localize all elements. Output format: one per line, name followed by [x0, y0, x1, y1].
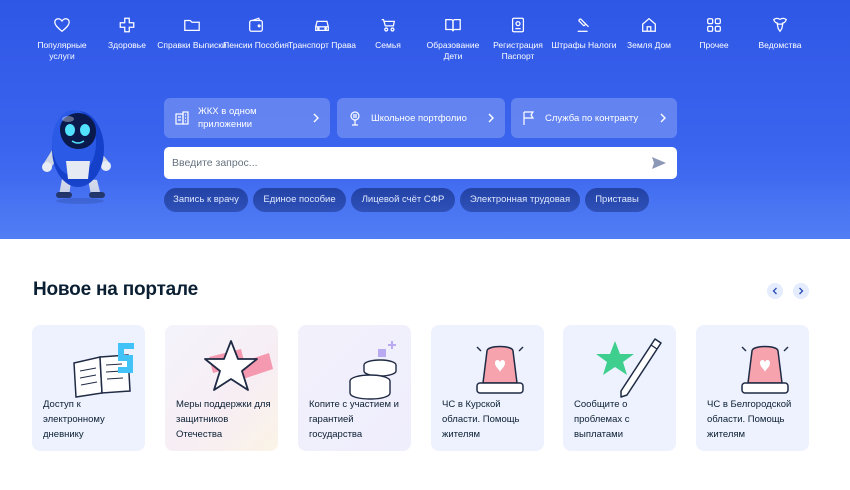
emblem-icon: [772, 17, 788, 33]
category-label: Здоровье: [108, 40, 146, 50]
category-label: Ведомства: [758, 40, 802, 50]
medical-cross-icon: [119, 17, 135, 33]
quick-link-school-portfolio[interactable]: Школьное портфолио: [337, 98, 505, 138]
chevron-left-icon: [772, 287, 777, 295]
tag-doctor-appointment[interactable]: Запись к врачу: [164, 188, 248, 212]
category-label: Справки Выписки: [157, 40, 227, 50]
flag-icon: [523, 111, 535, 125]
news-card-text: ЧС в Курской области. Помощь жителям: [442, 399, 520, 440]
folder-icon: [184, 19, 200, 32]
category-label: Регистрация Паспорт: [493, 40, 543, 61]
category-label: Популярные услуги: [37, 40, 87, 61]
building-icon: [175, 111, 189, 125]
news-card-kursk-emergency[interactable]: ЧС в Курской области. Помощь жителям: [431, 325, 544, 451]
category-label: Прочее: [699, 40, 729, 50]
news-card-text: Копите с участием и гарантией государств…: [309, 399, 399, 440]
news-card-savings[interactable]: Копите с участием и гарантией государств…: [298, 325, 411, 451]
chevron-right-icon: [660, 113, 666, 123]
passport-icon: [511, 17, 525, 33]
category-label: Транспорт Права: [288, 40, 356, 50]
stroller-icon: [381, 18, 396, 32]
category-label: Штрафы Налоги: [551, 40, 617, 50]
microphone-icon: [350, 111, 360, 126]
star-icon: [204, 340, 273, 391]
tag-unified-benefit[interactable]: Единое пособие: [253, 188, 346, 212]
news-card-payments-problems[interactable]: Сообщите о проблемах с выплатами: [563, 325, 676, 451]
category-education[interactable]: Образование Дети: [418, 16, 488, 62]
category-popular[interactable]: Популярные услуги: [27, 16, 97, 62]
news-card-text: Доступ к электронному дневнику: [43, 399, 105, 440]
category-label: Земля Дом: [626, 40, 672, 50]
tag-bailiffs[interactable]: Приставы: [585, 188, 649, 212]
quick-link-contract-service[interactable]: Служба по контракту: [511, 98, 677, 138]
alarm-light-icon: [741, 345, 789, 394]
category-transport[interactable]: Транспорт Права: [287, 16, 357, 51]
category-health[interactable]: Здоровье: [92, 16, 162, 51]
pen-icon: [596, 338, 662, 398]
category-label: Образование Дети: [426, 40, 480, 61]
alarm-light-icon: [476, 345, 524, 394]
send-icon[interactable]: [651, 155, 667, 171]
quick-link-label: ЖКХ в одном приложении: [198, 106, 257, 130]
category-pensions[interactable]: Пенсии Пособия: [221, 16, 291, 51]
gavel-icon: [577, 18, 589, 32]
news-card-text: Сообщите о проблемах с выплатами: [574, 399, 630, 440]
tag-electronic-workbook[interactable]: Электронная трудовая: [460, 188, 580, 212]
section-title: Новое на портале: [33, 279, 199, 300]
robot-mascot: [42, 110, 111, 204]
quick-link-label: Школьное портфолио: [371, 112, 467, 124]
quick-link-label: Служба по контракту: [545, 112, 639, 124]
category-documents[interactable]: Справки Выписки: [157, 16, 227, 51]
category-label: Пенсии Пособия: [223, 40, 289, 50]
wallet-icon: [249, 17, 263, 32]
house-icon: [642, 17, 656, 32]
chevron-right-icon: [799, 287, 804, 295]
book-icon: [445, 18, 461, 32]
news-card-belgorod-emergency[interactable]: ЧС в Белгородской области. Помощь жителя…: [696, 325, 809, 451]
category-other[interactable]: Прочее: [679, 16, 749, 51]
category-fines[interactable]: Штрафы Налоги: [549, 16, 619, 51]
search-input[interactable]: [172, 157, 651, 169]
news-card-text: ЧС в Белгородской области. Помощь жителя…: [707, 399, 792, 440]
heart-icon: [54, 18, 70, 33]
coins-icon: [349, 341, 397, 400]
search-bar: [164, 147, 677, 179]
news-card-diary[interactable]: Доступ к электронному дневнику: [32, 325, 145, 451]
car-icon: [315, 20, 329, 32]
hero-banner: Популярные услуги Здоровье Справки Выпис…: [0, 0, 850, 239]
diary-icon: [73, 343, 134, 398]
category-label: Семья: [375, 40, 401, 50]
news-card-defenders-support[interactable]: Меры поддержки для защитников Отечества: [165, 325, 278, 451]
carousel-next-button[interactable]: [793, 283, 809, 299]
category-land-house[interactable]: Земля Дом: [614, 16, 684, 51]
category-nav: Популярные услуги Здоровье Справки Выпис…: [24, 16, 824, 72]
grid-icon: [707, 18, 721, 32]
news-card-text: Меры поддержки для защитников Отечества: [176, 399, 271, 440]
tag-sfr-account[interactable]: Лицевой счёт СФР: [351, 188, 455, 212]
quick-link-housing[interactable]: ЖКХ в одном приложении: [164, 98, 330, 138]
category-family[interactable]: Семья: [353, 16, 423, 51]
category-registration[interactable]: Регистрация Паспорт: [483, 16, 553, 62]
carousel-prev-button[interactable]: [767, 283, 783, 299]
chevron-right-icon: [313, 113, 319, 123]
chevron-right-icon: [488, 113, 494, 123]
category-agencies[interactable]: Ведомства: [745, 16, 815, 51]
